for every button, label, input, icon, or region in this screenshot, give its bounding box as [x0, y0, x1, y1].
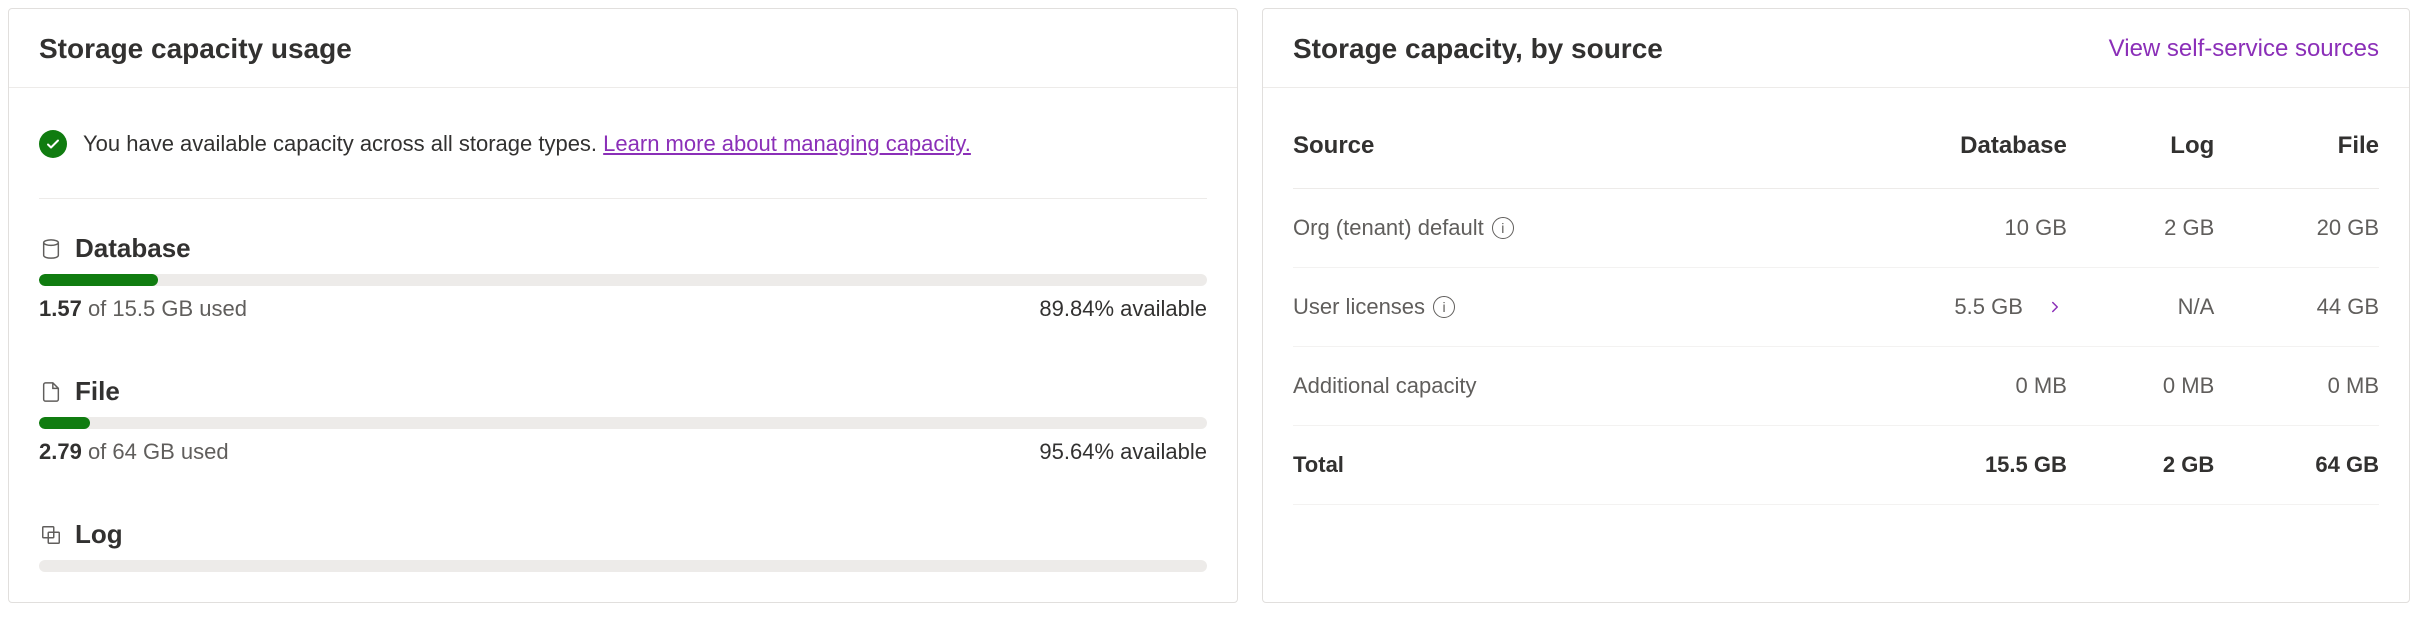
cell-log: 2 GB: [2075, 189, 2222, 268]
table-row: Org (tenant) defaulti 10 GB 2 GB 20 GB: [1293, 189, 2379, 268]
usage-name: Log: [75, 519, 123, 550]
file-icon: [39, 380, 63, 404]
card-header: Storage capacity, by source View self-se…: [1263, 9, 2409, 88]
usage-name: File: [75, 376, 120, 407]
cell-database: 0 MB: [1794, 347, 2075, 426]
check-circle-icon: [39, 130, 67, 158]
database-icon: [39, 237, 63, 261]
cell-database: 5.5 GB: [1794, 268, 2075, 347]
col-log: Log: [2075, 88, 2222, 189]
status-message: You have available capacity across all s…: [83, 131, 603, 156]
cell-source: Total: [1293, 426, 1794, 505]
cell-database: 15.5 GB: [1794, 426, 2075, 505]
cell-log: 2 GB: [2075, 426, 2222, 505]
source-table: Source Database Log File Org (tenant) de…: [1293, 88, 2379, 505]
cell-file: 0 MB: [2222, 347, 2379, 426]
storage-by-source-card: Storage capacity, by source View self-se…: [1262, 8, 2410, 603]
chevron-right-icon[interactable]: [2043, 295, 2067, 319]
status-text: You have available capacity across all s…: [83, 131, 971, 157]
cell-file: 20 GB: [2222, 189, 2379, 268]
info-icon[interactable]: i: [1492, 217, 1514, 239]
info-icon[interactable]: i: [1433, 296, 1455, 318]
usage-used: 2.79 of 64 GB used: [39, 439, 229, 465]
col-file: File: [2222, 88, 2379, 189]
usage-available: 89.84% available: [1039, 296, 1207, 322]
status-banner: You have available capacity across all s…: [39, 88, 1207, 199]
cell-source: User licensesi: [1293, 268, 1794, 347]
table-row: Total 15.5 GB 2 GB 64 GB: [1293, 426, 2379, 505]
cell-file: 64 GB: [2222, 426, 2379, 505]
cell-log: N/A: [2075, 268, 2222, 347]
usage-block-database: Database 1.57 of 15.5 GB used 89.84% ava…: [39, 199, 1207, 322]
cell-file: 44 GB: [2222, 268, 2379, 347]
progress-bar: [39, 274, 1207, 286]
cell-source: Org (tenant) defaulti: [1293, 189, 1794, 268]
cell-source: Additional capacity: [1293, 347, 1794, 426]
progress-bar: [39, 560, 1207, 572]
usage-block-log: Log: [39, 485, 1207, 582]
table-row: User licensesi 5.5 GB N/A 44 GB: [1293, 268, 2379, 347]
storage-usage-card: Storage capacity usage You have availabl…: [8, 8, 1238, 603]
progress-bar: [39, 417, 1207, 429]
progress-fill: [39, 274, 158, 286]
log-icon: [39, 523, 63, 547]
col-database: Database: [1794, 88, 2075, 189]
cell-database: 10 GB: [1794, 189, 2075, 268]
progress-fill: [39, 417, 90, 429]
card-header: Storage capacity usage: [9, 9, 1237, 88]
usage-block-file: File 2.79 of 64 GB used 95.64% available: [39, 342, 1207, 465]
col-source: Source: [1293, 88, 1794, 189]
usage-used: 1.57 of 15.5 GB used: [39, 296, 247, 322]
usage-name: Database: [75, 233, 191, 264]
view-self-service-link[interactable]: View self-service sources: [2109, 35, 2379, 63]
usage-available: 95.64% available: [1039, 439, 1207, 465]
table-row: Additional capacity 0 MB 0 MB 0 MB: [1293, 347, 2379, 426]
cell-log: 0 MB: [2075, 347, 2222, 426]
card-title: Storage capacity usage: [39, 33, 352, 65]
card-title: Storage capacity, by source: [1293, 33, 1663, 65]
learn-more-link[interactable]: Learn more about managing capacity.: [603, 131, 971, 156]
